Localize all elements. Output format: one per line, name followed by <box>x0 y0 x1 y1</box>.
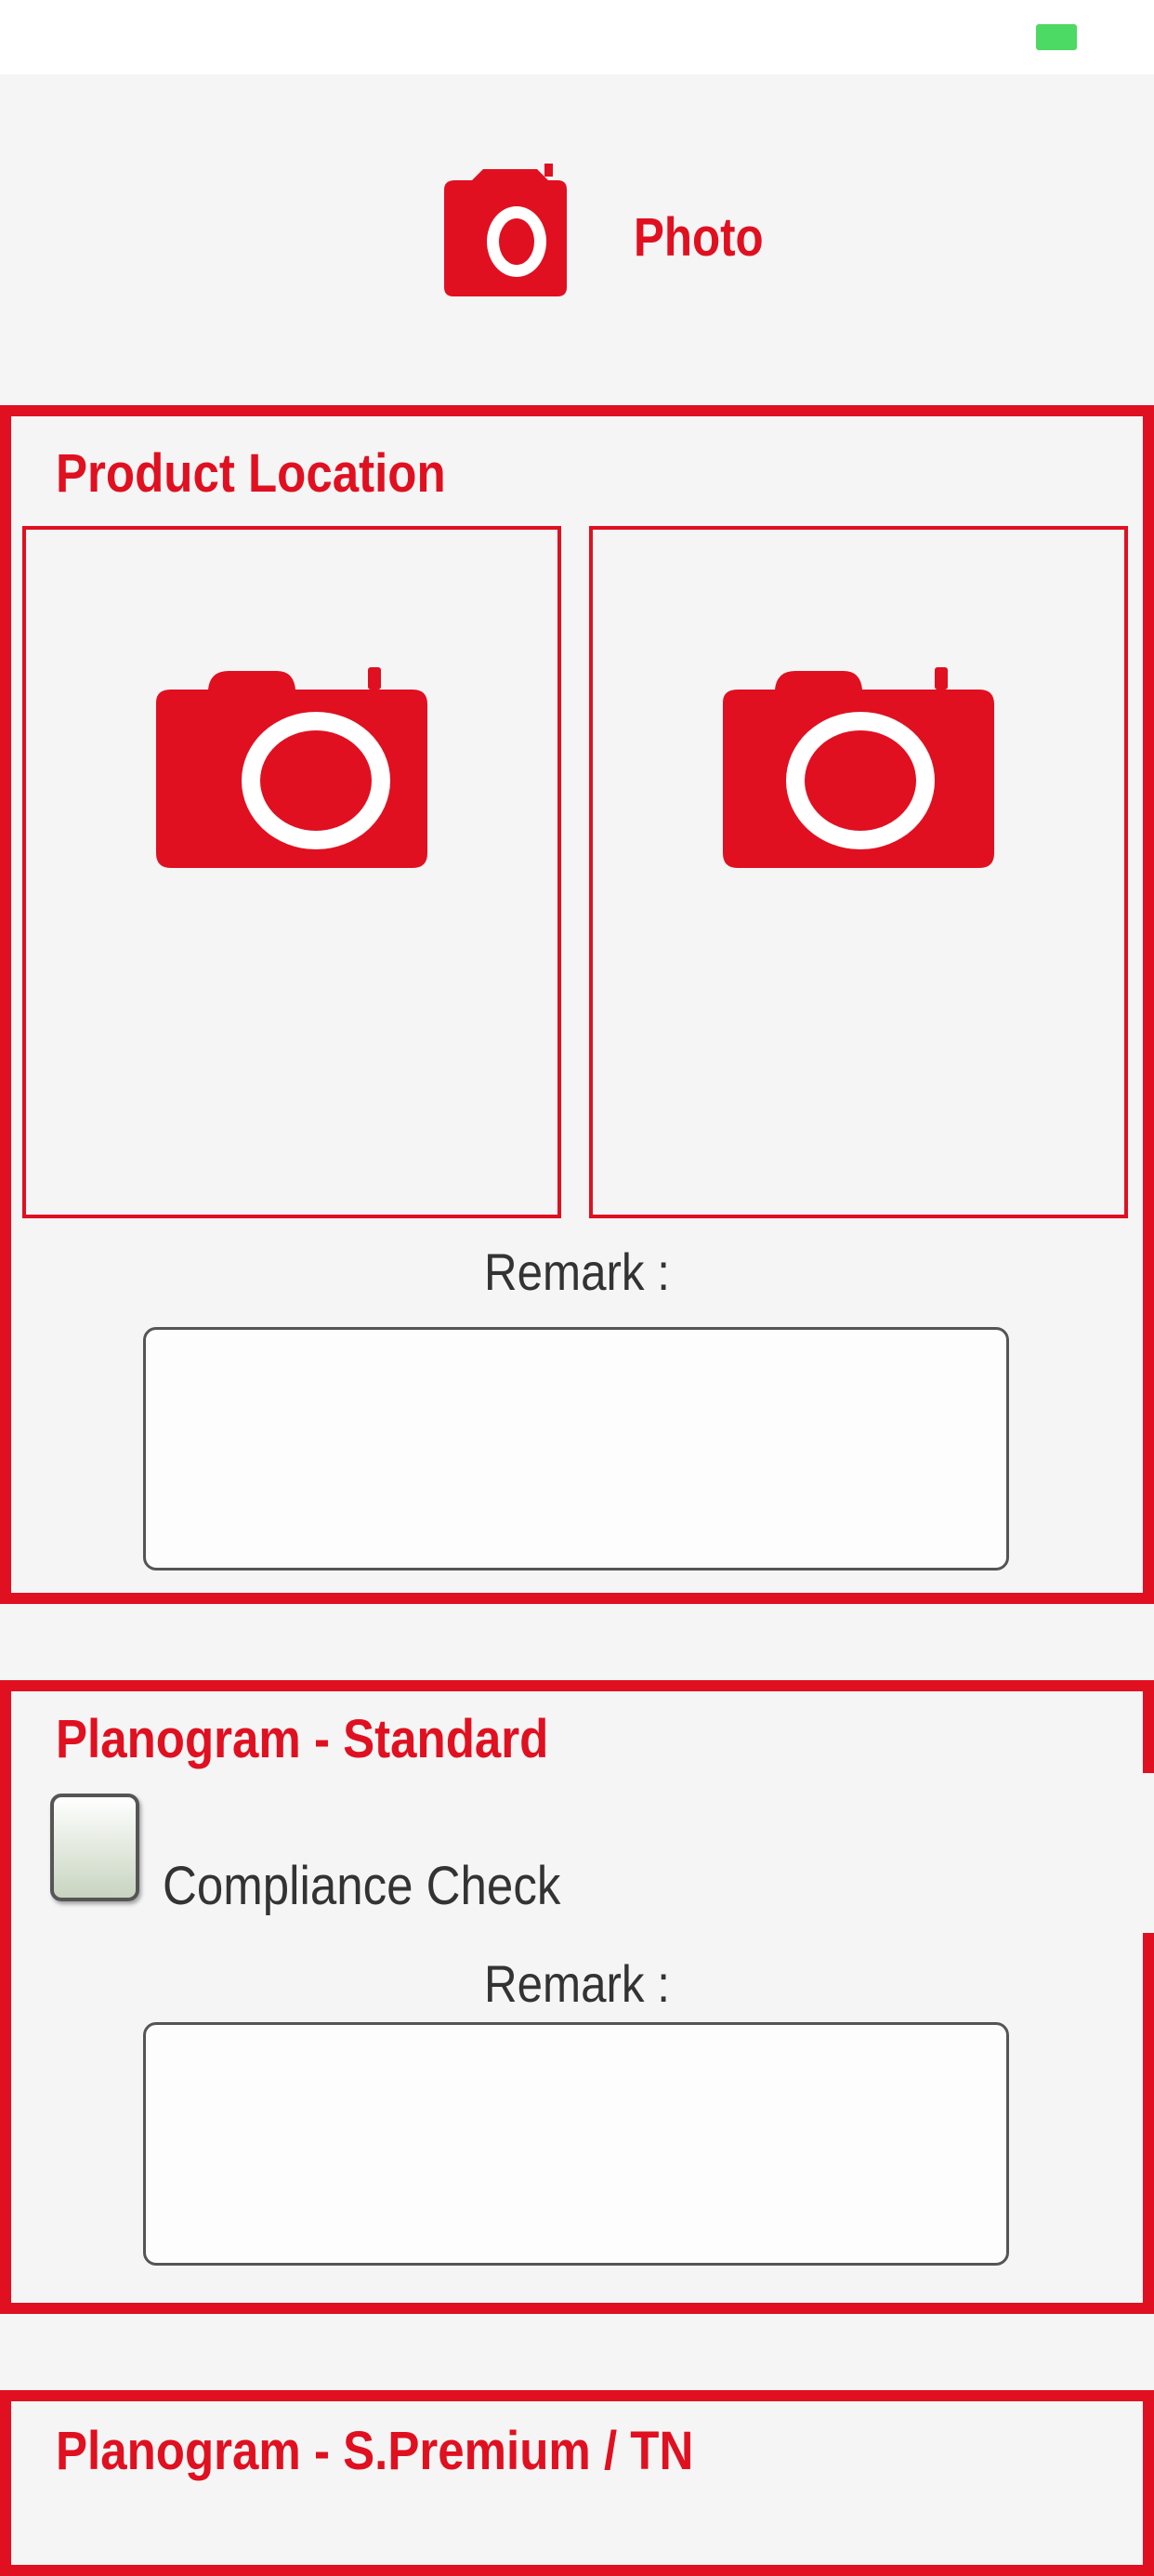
planogram-standard-section: Planogram - Standard Compliance Check Re… <box>0 1680 1154 2314</box>
camera-icon <box>723 667 994 868</box>
battery-icon <box>1036 24 1077 50</box>
remark-input[interactable] <box>143 2022 1009 2266</box>
product-location-section: Product Location Remark : <box>0 405 1154 1604</box>
remark-input[interactable] <box>143 1327 1009 1571</box>
section-border-gap <box>1143 1773 1154 1933</box>
photo-slot-2[interactable] <box>589 526 1128 1218</box>
photo-slot-1[interactable] <box>22 526 561 1218</box>
planogram-spremium-section: Planogram - S.Premium / TN <box>0 2390 1154 2576</box>
compliance-check-label: Compliance Check <box>163 1856 561 1916</box>
photo-header: Photo <box>0 149 1154 307</box>
remark-label: Remark : <box>484 1954 670 2013</box>
section-title: Planogram - S.Premium / TN <box>56 2421 694 2481</box>
remark-label: Remark : <box>484 1242 670 1301</box>
camera-icon <box>156 667 427 868</box>
section-title: Product Location <box>56 443 446 504</box>
page-title: Photo <box>634 207 764 268</box>
camera-icon <box>444 164 567 296</box>
section-title: Planogram - Standard <box>56 1709 549 1769</box>
status-bar <box>0 0 1154 74</box>
compliance-checkbox[interactable] <box>50 1794 139 1901</box>
